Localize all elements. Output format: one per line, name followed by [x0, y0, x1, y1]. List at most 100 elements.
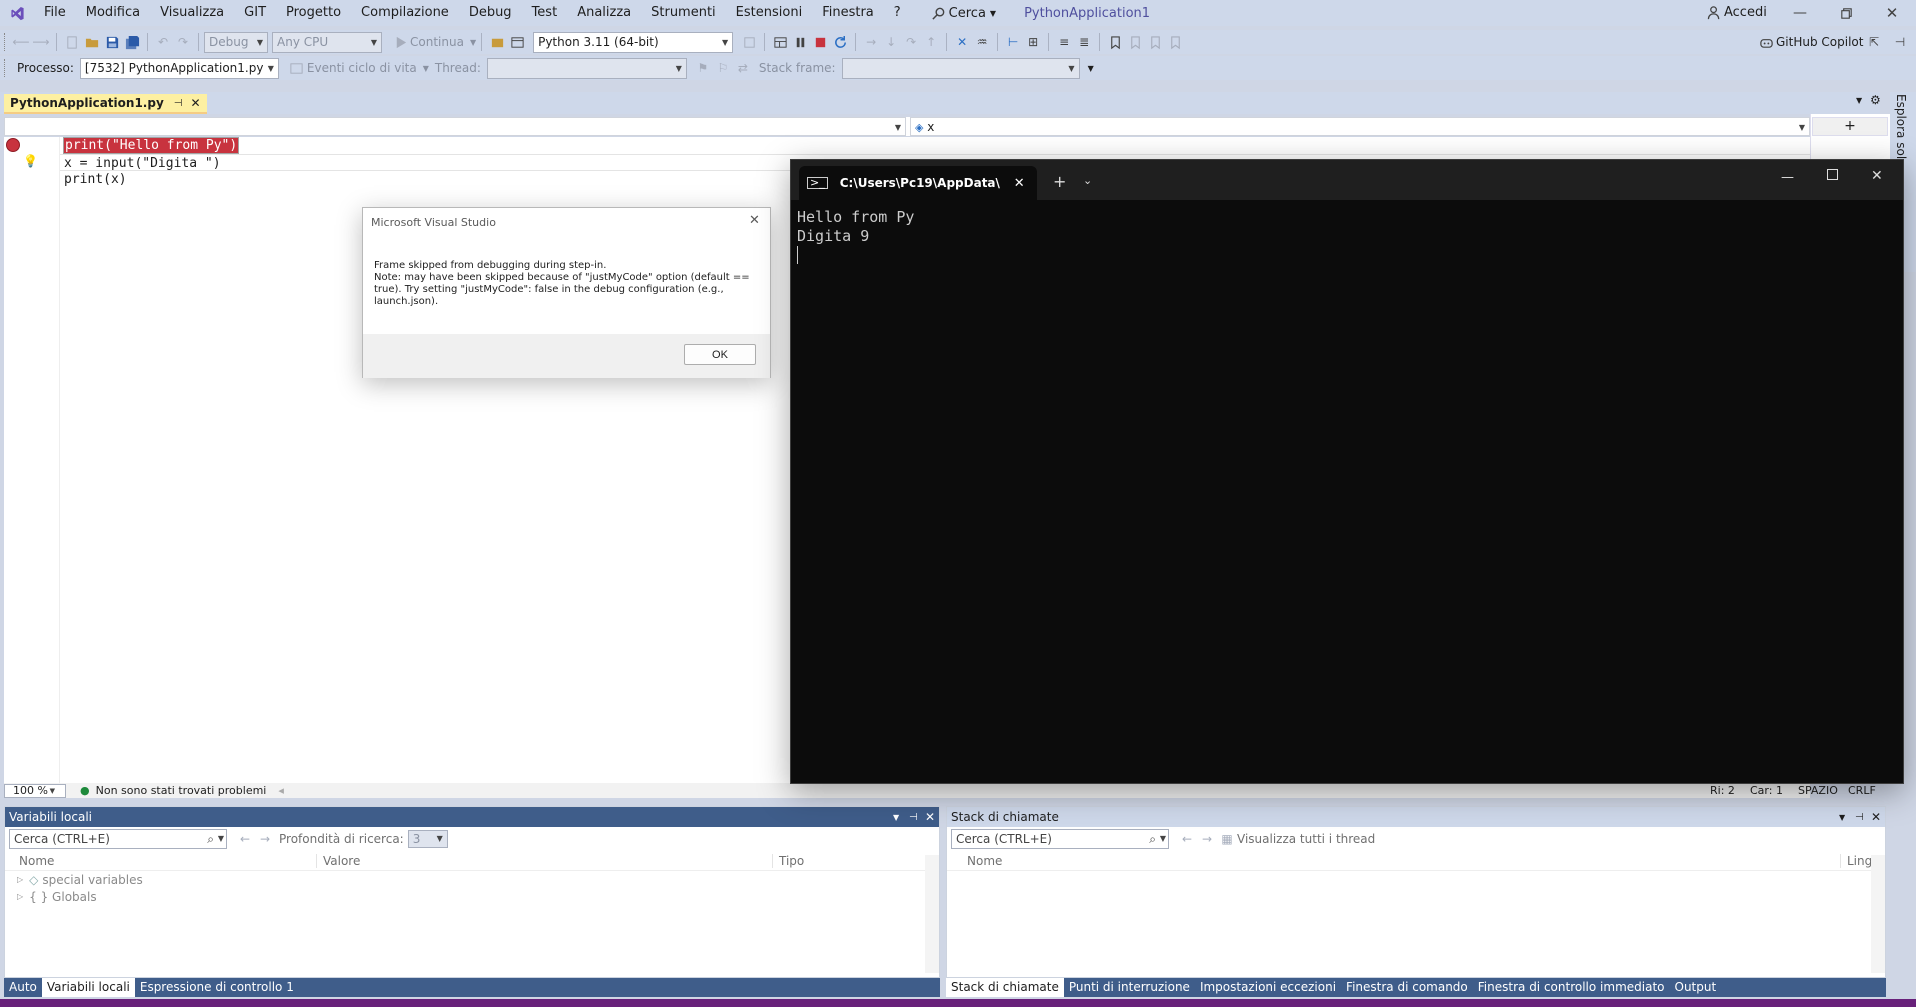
forward-arrow-icon[interactable]: ⟶	[31, 32, 51, 52]
outdent-icon[interactable]: ≣	[1074, 32, 1094, 52]
parallel-stacks-icon[interactable]: ⊞	[1023, 32, 1043, 52]
tab-controllo-immediato[interactable]: Finestra di controllo immediato	[1473, 978, 1670, 997]
pin-tab-icon[interactable]: ⊣	[174, 98, 183, 109]
problems-status[interactable]: Non sono stati trovati problemi	[90, 784, 273, 797]
pin-icon[interactable]: ⊣	[909, 812, 918, 823]
tab-espressione-controllo[interactable]: Espressione di controllo 1	[135, 978, 299, 997]
tab-pythonapplication1[interactable]: PythonApplication1.py ⊣ ✕	[4, 94, 207, 114]
continue-button[interactable]: Continua ▼	[390, 32, 476, 52]
list-item[interactable]: ▷ { } Globals	[5, 888, 939, 905]
column-nome[interactable]: Nome	[947, 853, 1841, 868]
maximize-icon[interactable]	[1827, 169, 1838, 180]
lifecycle-events-icon[interactable]	[287, 58, 307, 78]
pin-icon[interactable]: ⊣	[1855, 812, 1864, 823]
layout-icon[interactable]	[507, 32, 527, 52]
tab-stack-chiamate[interactable]: Stack di chiamate	[946, 978, 1064, 997]
restore-icon[interactable]	[1836, 3, 1856, 23]
clear-bookmarks-icon[interactable]	[1165, 32, 1185, 52]
menu-progetto[interactable]: Progetto	[276, 1, 351, 25]
close-dialog-icon[interactable]: ✕	[749, 213, 760, 228]
gear-icon[interactable]: ⚙	[1870, 93, 1881, 107]
next-bookmark-icon[interactable]	[1145, 32, 1165, 52]
hot-reload-icon[interactable]: ✕	[952, 32, 972, 52]
visual-studio-logo-icon[interactable]	[0, 3, 34, 23]
save-icon[interactable]	[102, 32, 122, 52]
tab-list-dropdown-icon[interactable]: ▼	[1856, 96, 1862, 105]
step-over-icon[interactable]: ↷	[901, 32, 921, 52]
menu-debug[interactable]: Debug	[459, 1, 522, 25]
threads-icon[interactable]: ⊢	[1003, 32, 1023, 52]
locals-search-input[interactable]: Cerca (CTRL+E) ⌕ ▼	[9, 829, 227, 849]
column-nome[interactable]: Nome	[5, 853, 317, 868]
callstack-scrollbar[interactable]	[1871, 855, 1885, 973]
menu-modifica[interactable]: Modifica	[76, 1, 150, 25]
restart-icon[interactable]	[830, 32, 850, 52]
close-tab-icon[interactable]: ✕	[1014, 176, 1025, 191]
platform-select[interactable]: Any CPU ▼	[272, 31, 382, 53]
undo-icon[interactable]: ↶	[153, 32, 173, 52]
split-editor-button[interactable]: +	[1812, 117, 1888, 136]
menu-help[interactable]: ?	[884, 1, 911, 25]
code-line-1[interactable]: print("Hello from Py")	[60, 137, 239, 154]
col-indicator[interactable]: Car: 1	[1744, 784, 1789, 797]
open-folder-icon[interactable]	[82, 32, 102, 52]
redo-icon[interactable]: ↷	[173, 32, 193, 52]
close-window-icon[interactable]: ✕	[1882, 3, 1902, 23]
menu-compilazione[interactable]: Compilazione	[351, 1, 459, 25]
column-tipo[interactable]: Tipo	[773, 854, 804, 868]
stack-frame-icon[interactable]: ⇄	[733, 58, 753, 78]
editor-gutter[interactable]: 💡	[4, 137, 60, 783]
diagnostic-icon[interactable]: ♒	[972, 32, 992, 52]
menu-strumenti[interactable]: Strumenti	[641, 1, 726, 25]
menu-file[interactable]: File	[34, 1, 76, 25]
stackframe-select[interactable]: ▼	[841, 57, 1080, 79]
tab-finestra-comando[interactable]: Finestra di comando	[1341, 978, 1473, 997]
stop-icon[interactable]	[810, 32, 830, 52]
breakpoint-icon[interactable]	[6, 138, 20, 152]
row-indicator[interactable]: Ri: 2	[1704, 784, 1741, 797]
menu-finestra[interactable]: Finestra	[812, 1, 884, 25]
scroll-left-icon[interactable]: ◂	[272, 784, 290, 797]
ok-button[interactable]: OK	[684, 344, 756, 365]
menu-test[interactable]: Test	[522, 1, 568, 25]
pause-icon[interactable]	[790, 32, 810, 52]
show-all-threads-label[interactable]: Visualizza tutti i thread	[1237, 832, 1375, 846]
search-next-icon[interactable]: →	[1197, 829, 1217, 849]
step-into-icon[interactable]: ↓	[881, 32, 901, 52]
scope-select-right[interactable]: ◈ x ▼	[910, 117, 1810, 136]
expand-icon[interactable]: ▷	[17, 875, 23, 884]
step-out-icon[interactable]: ↑	[921, 32, 941, 52]
lifecycle-events-button[interactable]: Eventi ciclo di vita	[307, 61, 417, 75]
panel-menu-icon[interactable]: ▼	[1839, 813, 1845, 822]
save-all-icon[interactable]	[122, 32, 142, 52]
show-next-statement-icon[interactable]: →	[861, 32, 881, 52]
tab-impostazioni-eccezioni[interactable]: Impostazioni eccezioni	[1195, 978, 1341, 997]
terminal-tab[interactable]: >_ C:\Users\Pc19\AppData\Local\ ✕	[799, 166, 1037, 200]
window-layout-icon[interactable]	[770, 32, 790, 52]
process-select[interactable]: [7532] PythonApplication1.py ▼	[79, 57, 279, 79]
depth-select[interactable]: 3 ▼	[407, 830, 448, 848]
search-next-icon[interactable]: →	[255, 829, 275, 849]
lightbulb-icon[interactable]: 💡	[23, 154, 38, 168]
close-panel-icon[interactable]: ✕	[1871, 810, 1881, 824]
indent-icon[interactable]: ≡	[1054, 32, 1074, 52]
signin-button[interactable]: Accedi	[1704, 2, 1767, 22]
tab-output[interactable]: Output	[1670, 978, 1722, 997]
attach-icon[interactable]	[487, 32, 507, 52]
zoom-select[interactable]: 100 % ▼	[4, 783, 66, 798]
expand-icon[interactable]: ▷	[17, 892, 23, 901]
panel-menu-icon[interactable]: ▼	[893, 813, 899, 822]
flag-thread-icon[interactable]: ⚑	[693, 58, 713, 78]
search-prev-icon[interactable]: ←	[1177, 829, 1197, 849]
close-window-icon[interactable]: ✕	[1871, 168, 1883, 184]
terminal-output[interactable]: Hello from Py Digita 9	[797, 208, 914, 264]
interpreter-select[interactable]: Python 3.11 (64-bit) ▼	[533, 31, 734, 53]
column-ling[interactable]: Ling	[1841, 854, 1872, 868]
back-arrow-icon[interactable]: ⟵	[11, 32, 31, 52]
pin-window-icon[interactable]: ⊣	[1890, 32, 1910, 52]
locals-scrollbar[interactable]	[925, 855, 939, 973]
list-item[interactable]: ▷ ◇ special variables	[5, 871, 939, 888]
search-prev-icon[interactable]: ←	[235, 829, 255, 849]
share-icon[interactable]: ⇱	[1864, 32, 1884, 52]
new-item-icon[interactable]	[62, 32, 82, 52]
